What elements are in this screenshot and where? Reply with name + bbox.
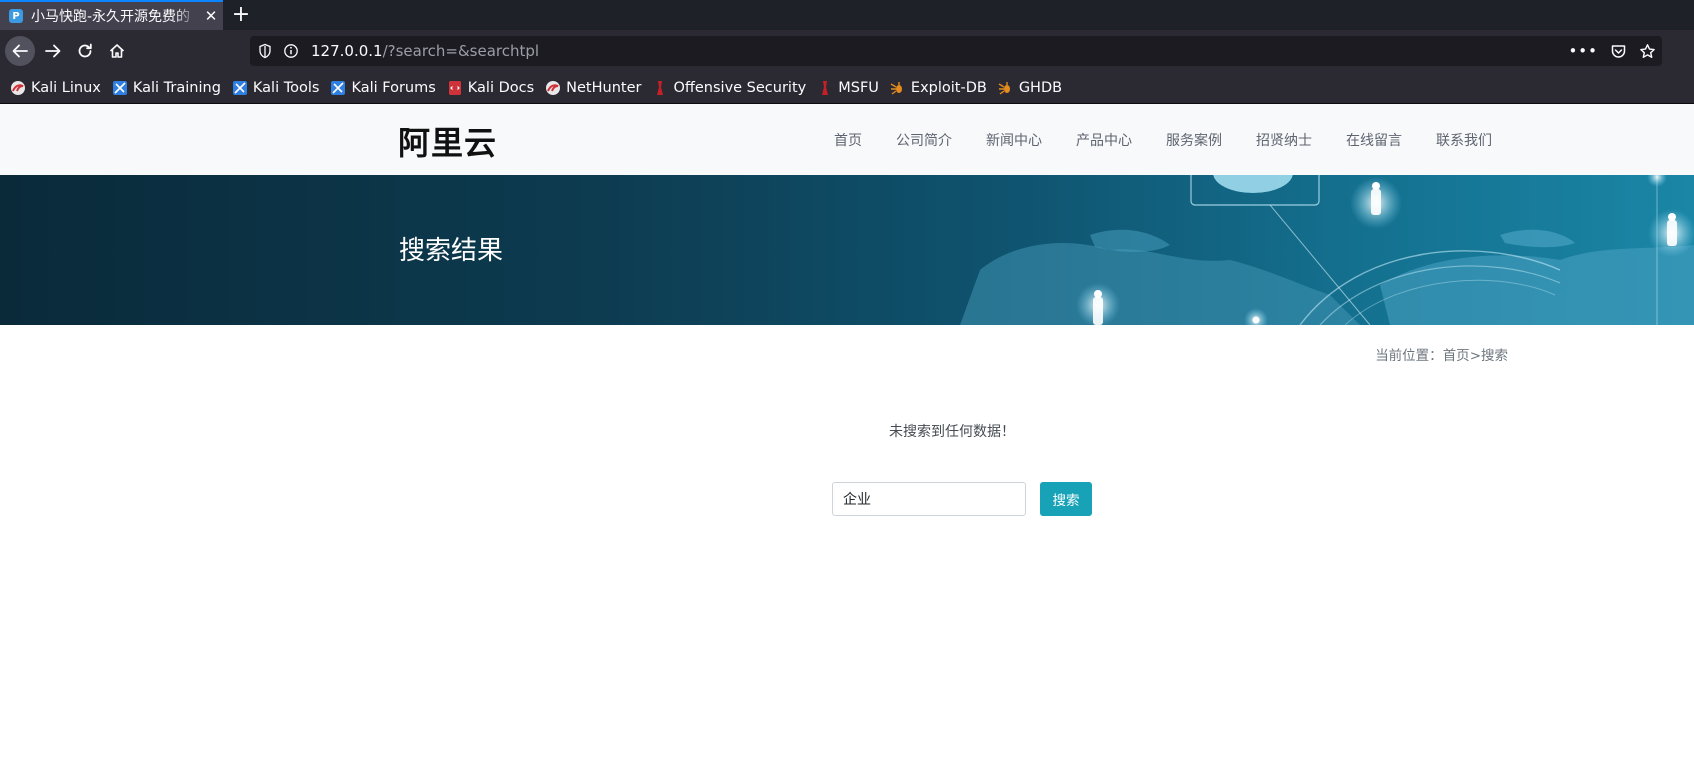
bookmark-label: MSFU	[838, 79, 879, 96]
bookmark-label: Kali Tools	[252, 79, 320, 96]
breadcrumb-home-link[interactable]: 首页	[1443, 348, 1470, 364]
bookmark-star-icon[interactable]	[1639, 43, 1656, 60]
page-title: 搜索结果	[399, 236, 504, 266]
bookmark-label: Exploit-DB	[910, 79, 987, 96]
no-results-message: 未搜索到任何数据！	[889, 424, 1015, 440]
world-map-graphic	[960, 175, 1694, 325]
nav-news[interactable]: 新闻中心	[986, 130, 1042, 150]
bookmark-kali-docs[interactable]: Kali Docs	[447, 80, 534, 96]
forward-button[interactable]	[38, 36, 68, 66]
search-form: 搜索	[832, 482, 1092, 516]
bookmark-msfu[interactable]: MSFU	[817, 80, 879, 96]
site-info-icon[interactable]	[283, 43, 299, 59]
offsec-icon	[822, 80, 829, 95]
search-button[interactable]: 搜索	[1040, 482, 1092, 516]
bookmarks-toolbar: Kali Linux Kali Training Kali Tools Kali…	[0, 72, 1694, 104]
search-input[interactable]	[832, 482, 1026, 516]
pbootcms-favicon-icon: P	[9, 9, 23, 23]
exploitdb-icon	[998, 81, 1010, 95]
new-tab-button[interactable]: +	[228, 0, 254, 30]
navigation-toolbar: 127.0.0.1/?search=&searchtpl •••	[0, 30, 1694, 72]
nav-home[interactable]: 首页	[834, 130, 862, 150]
url-bar[interactable]: 127.0.0.1/?search=&searchtpl •••	[250, 36, 1662, 66]
bookmark-label: Kali Forums	[351, 79, 436, 96]
kali-dragon-icon	[11, 80, 25, 95]
browser-tab[interactable]: P 小马快跑-永久开源免费的 ✕	[0, 0, 223, 30]
page-actions-icon[interactable]: •••	[1568, 42, 1598, 60]
reload-button[interactable]	[70, 36, 100, 66]
breadcrumb-prefix: 当前位置：	[1375, 348, 1443, 364]
nav-cases[interactable]: 服务案例	[1166, 130, 1222, 150]
back-button[interactable]	[5, 36, 35, 66]
pocket-icon[interactable]	[1610, 43, 1627, 60]
kali-forums-icon	[331, 80, 346, 95]
bookmark-kali-linux[interactable]: Kali Linux	[10, 80, 101, 96]
kali-training-icon	[112, 80, 127, 95]
breadcrumb: 当前位置：首页>搜索	[1375, 344, 1508, 364]
url-host: 127.0.0.1	[311, 42, 383, 60]
reload-icon	[78, 43, 92, 58]
bookmark-label: NetHunter	[566, 79, 642, 96]
exploitdb-icon	[890, 81, 902, 95]
bookmark-offensive-security[interactable]: Offensive Security	[652, 80, 806, 96]
bookmark-kali-forums[interactable]: Kali Forums	[330, 79, 436, 96]
nav-jobs[interactable]: 招贤纳士	[1256, 130, 1312, 150]
tracking-shield-icon[interactable]	[257, 43, 273, 59]
url-path: /?search=&searchtpl	[382, 42, 540, 60]
nav-contact[interactable]: 联系我们	[1436, 130, 1492, 150]
bookmark-kali-training[interactable]: Kali Training	[112, 80, 221, 96]
main-nav: 首页 公司简介 新闻中心 产品中心 服务案例 招贤纳士 在线留言 联系我们	[800, 104, 1492, 175]
offsec-icon	[657, 80, 664, 95]
close-tab-icon[interactable]: ✕	[199, 7, 223, 25]
bookmark-ghdb[interactable]: GHDB	[998, 80, 1062, 96]
bookmark-kali-tools[interactable]: Kali Tools	[232, 79, 320, 96]
forward-arrow-icon	[45, 44, 61, 58]
bookmark-label: Kali Training	[132, 79, 221, 96]
nav-about[interactable]: 公司简介	[896, 130, 952, 150]
tab-strip: P 小马快跑-永久开源免费的 ✕ +	[0, 0, 1694, 30]
kali-docs-icon	[448, 80, 461, 95]
breadcrumb-current: 搜索	[1481, 348, 1508, 364]
nav-message[interactable]: 在线留言	[1346, 130, 1402, 150]
bookmark-label: GHDB	[1018, 79, 1063, 96]
bookmark-label: Kali Linux	[31, 79, 101, 96]
nav-products[interactable]: 产品中心	[1076, 130, 1132, 150]
breadcrumb-separator: >	[1469, 348, 1481, 364]
back-arrow-icon	[12, 44, 28, 58]
home-icon	[109, 44, 125, 58]
bookmark-exploit-db[interactable]: Exploit-DB	[890, 80, 987, 96]
home-button[interactable]	[102, 36, 132, 66]
bookmark-label: Kali Docs	[467, 79, 535, 96]
kali-tools-icon	[232, 80, 247, 95]
site-header: 阿里云 首页 公司简介 新闻中心 产品中心 服务案例 招贤纳士 在线留言 联系我…	[0, 104, 1694, 175]
bookmark-nethunter[interactable]: NetHunter	[545, 80, 641, 96]
bookmark-label: Offensive Security	[673, 79, 807, 96]
kali-dragon-icon	[546, 80, 561, 95]
hero-banner: 搜索结果	[0, 175, 1694, 325]
site-logo[interactable]: 阿里云	[398, 118, 497, 164]
tab-title: 小马快跑-永久开源免费的	[31, 9, 191, 25]
